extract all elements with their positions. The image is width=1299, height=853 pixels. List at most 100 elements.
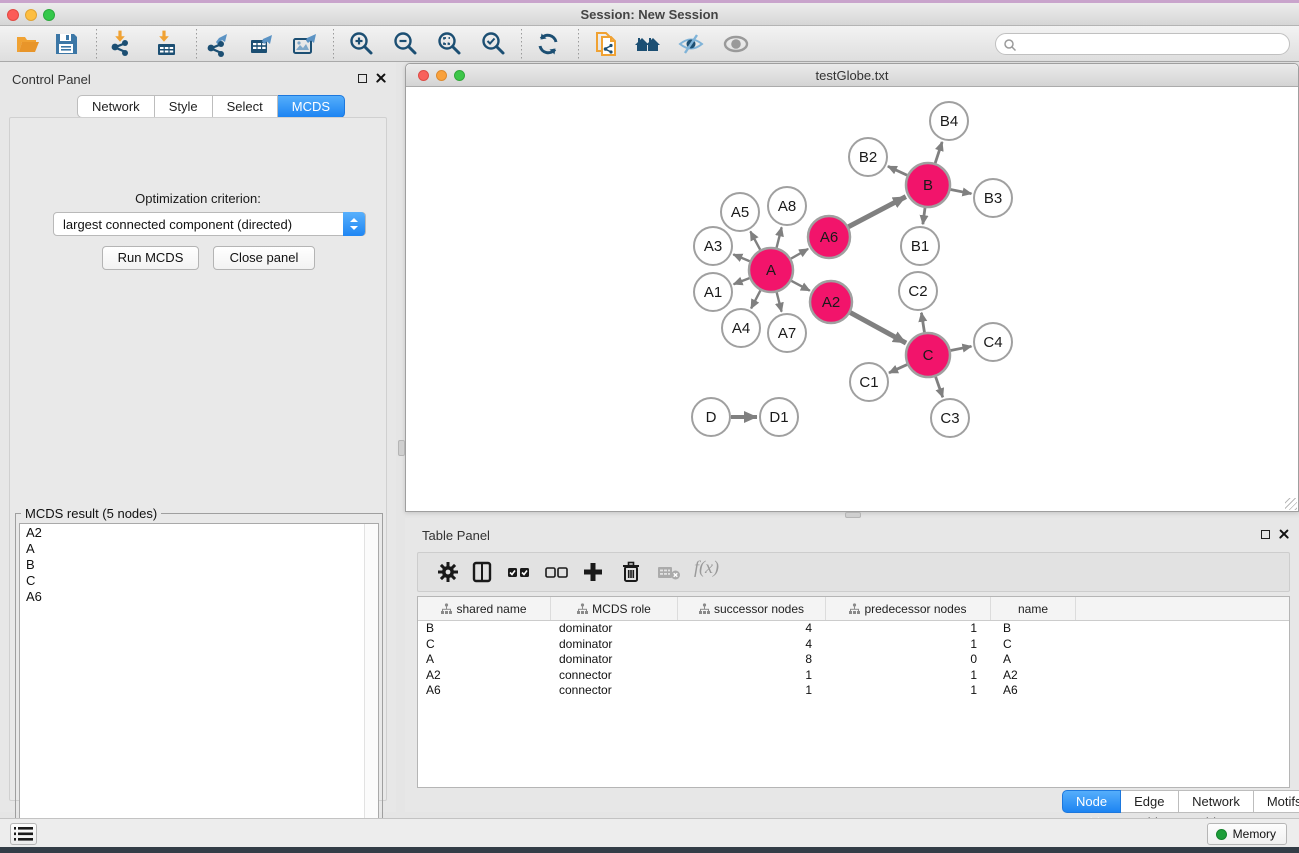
scrollbar-track[interactable] xyxy=(364,524,378,848)
search-input[interactable] xyxy=(1020,35,1280,53)
table-cell[interactable]: A xyxy=(418,652,551,668)
zoom-fit-icon[interactable] xyxy=(435,30,463,58)
close-panel-button[interactable]: Close panel xyxy=(213,246,315,270)
result-item[interactable]: B xyxy=(20,556,378,572)
vertical-splitter-handle[interactable] xyxy=(398,440,405,456)
network-window-titlebar[interactable]: testGlobe.txt xyxy=(406,64,1298,87)
table-cell[interactable]: A6 xyxy=(991,683,1076,699)
edge-A-A6[interactable] xyxy=(791,249,808,259)
zoom-out-icon[interactable] xyxy=(391,30,419,58)
table-cell[interactable]: 1 xyxy=(826,683,991,699)
edge-A-A3[interactable] xyxy=(733,254,749,261)
gear-icon[interactable] xyxy=(436,560,462,586)
delete-column-icon[interactable] xyxy=(619,560,645,586)
edge-A-A5[interactable] xyxy=(750,231,760,249)
refresh-layout-icon[interactable] xyxy=(534,30,562,58)
save-session-icon[interactable] xyxy=(52,30,80,58)
edge-A-A8[interactable] xyxy=(777,227,782,247)
column-header-name[interactable]: name xyxy=(991,597,1076,620)
clone-network-icon[interactable] xyxy=(592,30,620,58)
show-eye-icon[interactable] xyxy=(722,30,750,58)
table-cell[interactable]: 1 xyxy=(678,668,826,684)
table-row[interactable]: Bdominator41B xyxy=(418,621,1289,637)
zoom-selected-icon[interactable] xyxy=(479,30,507,58)
search-field[interactable] xyxy=(995,33,1290,55)
result-item[interactable]: A xyxy=(20,540,378,556)
close-panel-icon[interactable] xyxy=(376,73,386,83)
table-row[interactable]: Adominator80A xyxy=(418,652,1289,668)
table-cell[interactable]: 0 xyxy=(826,652,991,668)
float-panel-icon[interactable] xyxy=(358,74,367,83)
node-table[interactable]: shared nameMCDS rolesuccessor nodesprede… xyxy=(417,596,1290,788)
add-column-icon[interactable] xyxy=(581,560,607,586)
table-cell[interactable]: A2 xyxy=(418,668,551,684)
export-image-icon[interactable] xyxy=(290,30,318,58)
hide-eye-icon[interactable] xyxy=(677,30,705,58)
edge-B-B3[interactable] xyxy=(951,190,972,194)
table-cell[interactable]: 4 xyxy=(678,621,826,637)
table-cell[interactable]: dominator xyxy=(551,652,678,668)
table-cell[interactable]: 1 xyxy=(678,683,826,699)
columns-icon[interactable] xyxy=(470,560,496,586)
close-panel-icon[interactable] xyxy=(1279,529,1289,539)
mcds-result-list[interactable]: A2ABCA6 xyxy=(19,523,379,849)
tab-network[interactable]: Network xyxy=(77,95,155,118)
edge-A-A4[interactable] xyxy=(751,290,760,308)
table-cell[interactable]: connector xyxy=(551,668,678,684)
table-cell[interactable]: 1 xyxy=(826,668,991,684)
table-row[interactable]: Cdominator41C xyxy=(418,637,1289,653)
table-cell[interactable]: 1 xyxy=(826,621,991,637)
home-icon[interactable] xyxy=(633,30,661,58)
table-cell[interactable]: B xyxy=(418,621,551,637)
import-table-icon[interactable] xyxy=(152,30,180,58)
export-table-icon[interactable] xyxy=(247,30,275,58)
edge-A2-C[interactable] xyxy=(850,313,906,343)
table-row[interactable]: A6connector11A6 xyxy=(418,683,1289,699)
table-cell[interactable]: connector xyxy=(551,683,678,699)
edge-B-B4[interactable] xyxy=(935,142,942,163)
table-cell[interactable]: 1 xyxy=(826,637,991,653)
tab-select[interactable]: Select xyxy=(213,95,278,118)
float-panel-icon[interactable] xyxy=(1261,530,1270,539)
table-cell[interactable]: A xyxy=(991,652,1076,668)
column-header-successor-nodes[interactable]: successor nodes xyxy=(678,597,826,620)
table-cell[interactable]: B xyxy=(991,621,1076,637)
edge-A-A1[interactable] xyxy=(734,278,750,284)
function-builder-icon[interactable]: f(x) xyxy=(694,557,734,583)
table-cell[interactable]: A2 xyxy=(991,668,1076,684)
zoom-in-icon[interactable] xyxy=(347,30,375,58)
open-file-icon[interactable] xyxy=(14,30,42,58)
edge-B-B2[interactable] xyxy=(888,166,907,175)
edge-A6-B[interactable] xyxy=(848,197,905,227)
memory-button[interactable]: Memory xyxy=(1207,823,1287,845)
select-all-icon[interactable] xyxy=(506,560,532,586)
result-item[interactable]: C xyxy=(20,572,378,588)
edge-C-C1[interactable] xyxy=(889,365,907,373)
network-canvas[interactable]: AA1A3A5A8A4A7A6A2BB1B2B3B4CC1C2C3C4DD1 xyxy=(406,87,1298,511)
tab-motifs[interactable]: Motifs xyxy=(1254,790,1299,813)
import-network-icon[interactable] xyxy=(108,30,136,58)
deselect-all-icon[interactable] xyxy=(544,560,570,586)
tab-mcds[interactable]: MCDS xyxy=(278,95,345,118)
table-cell[interactable]: 8 xyxy=(678,652,826,668)
table-cell[interactable]: A6 xyxy=(418,683,551,699)
tab-node-table[interactable]: Node Table xyxy=(1062,790,1121,813)
tab-edge-table[interactable]: Edge Table xyxy=(1121,790,1179,813)
task-history-button[interactable] xyxy=(10,823,37,845)
edge-A-A7[interactable] xyxy=(777,292,782,311)
table-cell[interactable]: dominator xyxy=(551,621,678,637)
table-cell[interactable]: C xyxy=(991,637,1076,653)
table-row[interactable]: A2connector11A2 xyxy=(418,668,1289,684)
column-header-shared-name[interactable]: shared name xyxy=(418,597,551,620)
tab-network-table[interactable]: Network Table xyxy=(1179,790,1254,813)
criterion-select[interactable]: largest connected component (directed) xyxy=(53,212,366,236)
result-item[interactable]: A6 xyxy=(20,588,378,604)
tab-style[interactable]: Style xyxy=(155,95,213,118)
column-header-MCDS-role[interactable]: MCDS role xyxy=(551,597,678,620)
edge-C-C2[interactable] xyxy=(921,313,924,333)
table-cell[interactable]: dominator xyxy=(551,637,678,653)
edge-B-B1[interactable] xyxy=(923,208,925,224)
edge-A-A2[interactable] xyxy=(791,281,810,291)
delete-table-icon[interactable] xyxy=(656,560,682,586)
edge-C-C3[interactable] xyxy=(936,377,943,398)
